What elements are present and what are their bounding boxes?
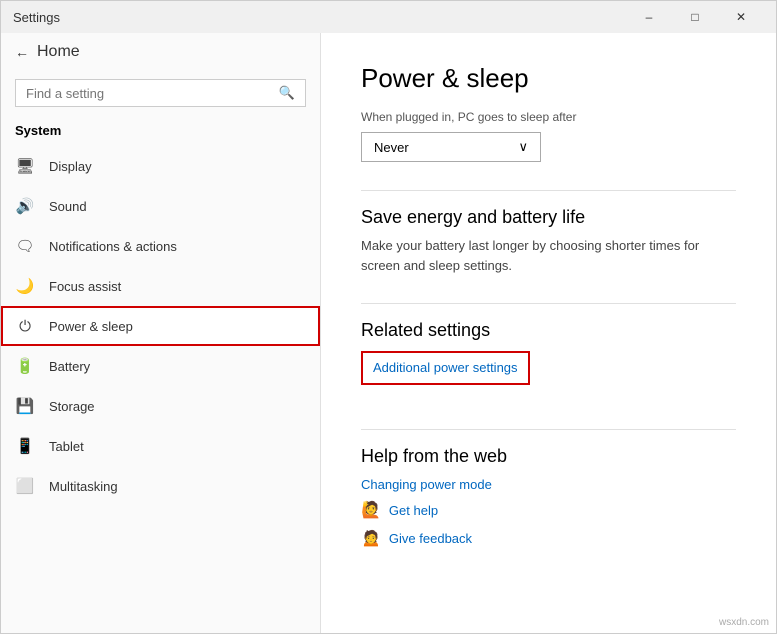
changing-power-mode-link[interactable]: Changing power mode <box>361 477 736 492</box>
related-settings-title: Related settings <box>361 320 736 341</box>
sidebar-item-storage[interactable]: 💾 Storage <box>1 386 320 426</box>
sidebar-item-label: Storage <box>49 399 95 414</box>
sidebar-item-label: Display <box>49 159 92 174</box>
battery-icon: 🔋 <box>15 356 35 376</box>
get-help-label: Get help <box>389 503 438 518</box>
sidebar-item-label: Notifications & actions <box>49 239 177 254</box>
titlebar: Settings – □ ✕ <box>1 1 776 33</box>
sidebar-item-battery[interactable]: 🔋 Battery <box>1 346 320 386</box>
page-title: Power & sleep <box>361 63 736 94</box>
sidebar-item-label: Tablet <box>49 439 84 454</box>
get-help-link[interactable]: 🙋 Get help <box>361 500 736 520</box>
search-box[interactable]: 🔍 <box>15 79 306 107</box>
sidebar-item-label: Multitasking <box>49 479 118 494</box>
divider-3 <box>361 429 736 430</box>
help-from-web-title: Help from the web <box>361 446 736 467</box>
sidebar-item-label: Battery <box>49 359 90 374</box>
sidebar-item-label: Focus assist <box>49 279 121 294</box>
watermark: wsxdn.com <box>719 617 769 628</box>
focus-icon: 🌙 <box>15 276 35 296</box>
plugged-label: When plugged in, PC goes to sleep after <box>361 110 736 124</box>
related-link-box: Additional power settings <box>361 351 530 385</box>
back-arrow-icon: ← <box>15 44 29 60</box>
changing-power-mode-label: Changing power mode <box>361 477 492 492</box>
display-icon: 🖥 <box>15 156 35 176</box>
titlebar-title: Settings <box>13 10 60 25</box>
divider-1 <box>361 190 736 191</box>
sound-icon: 🔊 <box>15 196 35 216</box>
sidebar-item-focus[interactable]: 🌙 Focus assist <box>1 266 320 306</box>
sidebar-item-label: Sound <box>49 199 87 214</box>
sidebar-item-display[interactable]: 🖥 Display <box>1 146 320 186</box>
power-icon: ⏻ <box>15 316 35 336</box>
search-icon: 🔍 <box>279 85 295 101</box>
save-energy-title: Save energy and battery life <box>361 207 736 228</box>
notifications-icon: 🗨 <box>15 236 35 256</box>
search-input[interactable] <box>26 86 271 101</box>
sidebar-item-power[interactable]: ⏻ Power & sleep <box>1 306 320 346</box>
sleep-dropdown[interactable]: Never ∨ <box>361 132 541 162</box>
sidebar-item-sound[interactable]: 🔊 Sound <box>1 186 320 226</box>
additional-power-settings-link[interactable]: Additional power settings <box>373 360 518 375</box>
storage-icon: 💾 <box>15 396 35 416</box>
dropdown-value: Never <box>374 140 409 155</box>
tablet-icon: 📱 <box>15 436 35 456</box>
close-button[interactable]: ✕ <box>718 1 764 33</box>
back-home-button[interactable]: ← Home <box>1 33 320 71</box>
window-controls: – □ ✕ <box>626 1 764 33</box>
system-section-label: System <box>1 119 320 146</box>
give-feedback-link[interactable]: 🙍 Give feedback <box>361 528 736 548</box>
multitasking-icon: ⬜ <box>15 476 35 496</box>
sidebar: ← Home 🔍 System 🖥 Display 🔊 Sound <box>1 33 321 633</box>
give-feedback-label: Give feedback <box>389 531 472 546</box>
divider-2 <box>361 303 736 304</box>
minimize-button[interactable]: – <box>626 1 672 33</box>
sidebar-item-notifications[interactable]: 🗨 Notifications & actions <box>1 226 320 266</box>
sidebar-item-multitasking[interactable]: ⬜ Multitasking <box>1 466 320 506</box>
get-help-icon: 🙋 <box>361 500 381 520</box>
maximize-button[interactable]: □ <box>672 1 718 33</box>
sidebar-item-tablet[interactable]: 📱 Tablet <box>1 426 320 466</box>
save-energy-desc: Make your battery last longer by choosin… <box>361 236 736 275</box>
chevron-down-icon: ∨ <box>518 139 528 155</box>
give-feedback-icon: 🙍 <box>361 528 381 548</box>
sidebar-item-label: Power & sleep <box>49 319 133 334</box>
main-content: Power & sleep When plugged in, PC goes t… <box>321 33 776 633</box>
home-label: Home <box>37 43 80 61</box>
